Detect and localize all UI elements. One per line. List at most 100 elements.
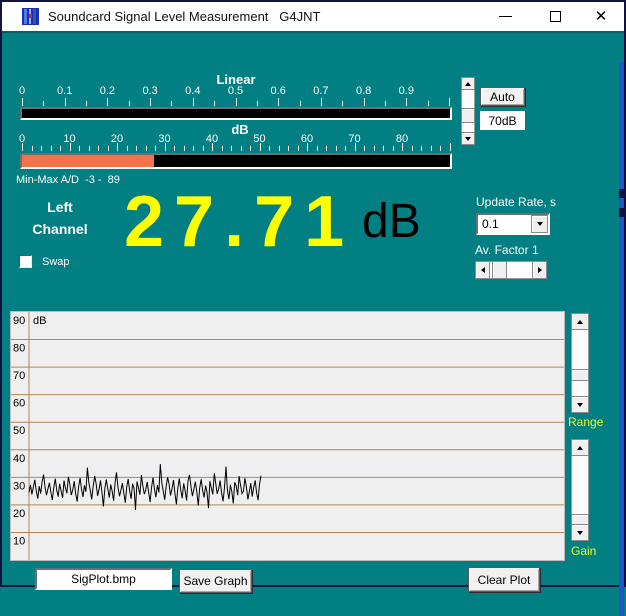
meter-range-down-button[interactable] [461,132,475,145]
clear-plot-button[interactable]: Clear Plot [468,567,540,592]
scale-tick [193,98,194,106]
scale-tick [342,101,343,106]
svg-text:40: 40 [13,453,25,465]
scale-tick [98,146,99,151]
range-thumb[interactable] [571,369,589,381]
meter-range-thumb[interactable] [461,108,475,123]
db-readout-value: 27.71 [124,186,354,258]
client-area: Linear 00.10.20.30.40.50.60.70.80.9 dB 0… [2,31,624,585]
signal-plot: 908070605040302010dB [10,311,565,561]
scale-tick [412,146,413,151]
scale-tick [146,146,147,151]
scale-tick-label: 0.5 [219,85,253,97]
scale-tick [212,143,213,151]
linear-scale-labels: 00.10.20.30.40.50.60.70.80.9 [2,85,472,97]
up-arrow-icon [577,320,583,324]
scale-tick [150,98,151,106]
scale-tick [279,146,280,151]
maximize-button[interactable] [538,2,572,31]
scale-tick-label: 0.6 [261,85,295,97]
db-level-meter [20,153,452,169]
scale-tick [70,143,71,151]
range-down-button[interactable] [571,396,589,413]
scale-tick [241,146,242,151]
update-rate-combobox[interactable]: 0.1 [476,213,550,235]
scale-tick [43,101,44,106]
scale-tick [345,146,346,151]
scale-tick-label: 0.9 [389,85,423,97]
scale-tick [393,146,394,151]
svg-text:20: 20 [13,508,25,520]
scale-tick-label: 0.2 [90,85,124,97]
scale-tick [22,143,23,151]
window-edge-strip [619,62,624,616]
av-factor-right-button[interactable] [532,261,547,279]
svg-text:30: 30 [13,480,25,492]
linear-scale-ticks [2,98,472,106]
scale-tick [107,98,108,106]
scale-tick [278,98,279,106]
gain-up-button[interactable] [571,439,589,456]
svg-text:50: 50 [13,425,25,437]
db-level-fill [22,155,154,167]
scale-tick [250,146,251,151]
close-icon: ✕ [595,9,608,24]
save-graph-button[interactable]: Save Graph [179,569,252,593]
av-factor-left-button[interactable] [475,261,490,279]
av-factor-scrollbar[interactable] [475,261,547,279]
scale-tick [89,146,90,151]
scale-tick [171,101,172,106]
scale-tick [355,143,356,151]
scale-tick [440,146,441,151]
scale-tick [79,146,80,151]
scale-tick [129,101,130,106]
scale-tick [298,146,299,151]
minimize-icon [499,16,512,17]
scale-tick [86,101,87,106]
minimize-button[interactable] [488,2,522,31]
scale-tick [32,146,33,151]
clipped-control-fragment [619,189,624,198]
scale-tick [108,146,109,151]
scale-tick [203,146,204,151]
level-70db-label[interactable]: 70dB [480,111,525,130]
combo-dropdown-button[interactable] [531,215,548,233]
scale-tick [165,143,166,151]
scale-tick [22,98,23,106]
linear-level-meter [20,107,452,120]
av-factor-label: Av. Factor [475,243,529,257]
range-up-button[interactable] [571,313,589,330]
scale-tick [421,146,422,151]
scale-tick [260,143,261,151]
scale-tick [450,143,451,151]
db-readout-unit: dB [362,198,421,246]
scale-tick-label: 0.7 [304,85,338,97]
title-bar[interactable]: Soundcard Signal Level Measurement G4JNT… [2,2,624,31]
channel-line1: Left [10,196,110,218]
update-rate-label: Update Rate, s [476,195,556,209]
close-button[interactable]: ✕ [584,2,618,31]
minmax-ad-text: Min-Max A/D -3 - 89 [16,174,120,186]
gain-scrollbar[interactable] [571,439,589,541]
gain-down-button[interactable] [571,524,589,541]
scale-tick [60,146,61,151]
clipped-control-fragment [619,208,624,217]
update-rate-value: 0.1 [482,217,499,231]
av-factor-thumb[interactable] [492,261,507,279]
range-label: Range [568,415,603,429]
scale-tick-label: 0.3 [133,85,167,97]
scale-tick [364,146,365,151]
swap-checkbox[interactable] [19,255,32,268]
meter-range-up-button[interactable] [461,77,475,90]
scale-tick [406,98,407,106]
swap-label: Swap [42,256,70,268]
scale-tick [41,146,42,151]
scale-tick [214,101,215,106]
plot-canvas: 908070605040302010dB [11,312,564,560]
meter-range-scrollbar[interactable] [461,77,475,145]
range-scrollbar[interactable] [571,313,589,413]
scale-tick [51,146,52,151]
auto-button[interactable]: Auto [480,87,525,106]
right-arrow-icon [538,267,542,273]
scale-tick [364,98,365,106]
